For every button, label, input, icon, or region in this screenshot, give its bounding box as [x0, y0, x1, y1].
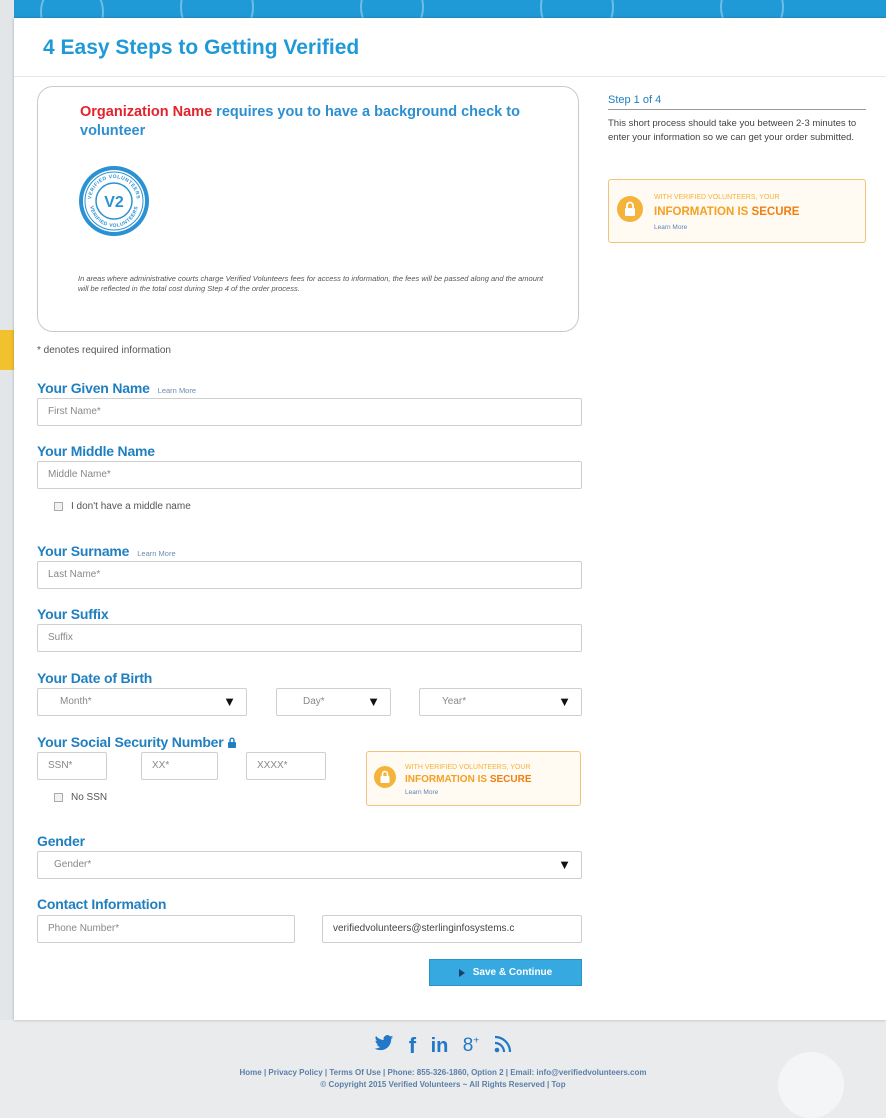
step-indicator: Step 1 of 4 — [608, 94, 662, 106]
google-plus-icon[interactable]: 8+ — [463, 1035, 479, 1057]
organization-requirement-box: Organization Name requires you to have a… — [37, 86, 579, 332]
copyright: © Copyright 2015 Verified Volunteers ~ A… — [320, 1080, 566, 1089]
twitter-icon[interactable] — [374, 1035, 394, 1057]
middle-name-label: Your Middle Name — [37, 443, 155, 459]
required-note: * denotes required information — [37, 345, 171, 356]
main-card: 4 Easy Steps to Getting Verified Organiz… — [14, 18, 886, 1020]
given-name-label-text: Your Given Name — [37, 380, 150, 396]
secure-lock-circle — [617, 196, 643, 222]
page-title: 4 Easy Steps to Getting Verified — [43, 36, 360, 59]
verified-volunteers-badge: VERIFIED VOLUNTEERS VERIFIED VOLUNTEERS … — [78, 165, 150, 237]
surname-label: Your Surname Learn More — [37, 543, 176, 559]
no-ssn-label: No SSN — [71, 792, 108, 803]
save-continue-label: Save & Continue — [472, 967, 553, 978]
contact-label: Contact Information — [37, 896, 167, 912]
lock-icon — [625, 201, 635, 216]
last-name-input[interactable]: Last Name* — [37, 561, 582, 589]
social-links: f in 8+ — [0, 1033, 886, 1059]
chevron-down-icon: ▼ — [367, 694, 380, 709]
left-accent — [0, 330, 14, 370]
chevron-down-icon: ▼ — [558, 857, 571, 872]
suffix-input[interactable]: Suffix — [37, 624, 582, 652]
secure-line2-b: SECURE — [489, 774, 532, 785]
organization-name: Organization Name — [80, 104, 213, 120]
chevron-down-icon: ▼ — [223, 694, 236, 709]
day-select-value: Day* — [303, 696, 325, 707]
suffix-label: Your Suffix — [37, 606, 109, 622]
facebook-icon[interactable]: f — [409, 1033, 416, 1059]
secure-line2-a: INFORMATION IS — [405, 774, 488, 785]
secure-learn-more-link[interactable]: Learn More — [405, 789, 438, 796]
ssn-part3-input[interactable]: XXXX* — [246, 752, 326, 780]
middle-name-input[interactable]: Middle Name* — [37, 461, 582, 489]
ssn-label-text: Your Social Security Number — [37, 734, 224, 750]
play-icon — [458, 968, 465, 977]
fee-disclaimer: In areas where administrative courts cha… — [78, 274, 544, 293]
year-select-value: Year* — [442, 696, 467, 707]
chevron-down-icon: ▼ — [558, 694, 571, 709]
lock-icon — [227, 735, 237, 751]
surname-learn-more-link[interactable]: Learn More — [137, 549, 175, 558]
checkbox-box[interactable] — [54, 502, 63, 511]
left-margin — [0, 0, 14, 1020]
first-name-input[interactable]: First Name* — [37, 398, 582, 426]
day-select[interactable]: Day* ▼ — [276, 688, 391, 716]
secure-line2-b: SECURE — [751, 206, 800, 218]
lock-icon — [380, 770, 390, 783]
no-middle-name-label: I don't have a middle name — [71, 501, 191, 512]
seal-mark: V2 — [104, 194, 124, 211]
given-name-label: Your Given Name Learn More — [37, 380, 196, 396]
ssn-part1-input[interactable]: SSN* — [37, 752, 107, 780]
secure-info-badge: WITH VERIFIED VOLUNTEERS, YOUR INFORMATI… — [366, 751, 581, 806]
gender-select[interactable]: Gender* ▼ — [37, 851, 582, 879]
ssn-part2-input[interactable]: XX* — [141, 752, 218, 780]
secure-line1: WITH VERIFIED VOLUNTEERS, YOUR — [405, 764, 531, 771]
year-select[interactable]: Year* ▼ — [419, 688, 582, 716]
secure-lock-circle — [374, 766, 396, 788]
footer-links[interactable]: Home | Privacy Policy | Terms Of Use | P… — [0, 1068, 886, 1077]
rss-icon[interactable] — [494, 1035, 512, 1058]
surname-label-text: Your Surname — [37, 543, 130, 559]
secure-line2: INFORMATION IS SECURE — [405, 774, 532, 785]
given-name-learn-more-link[interactable]: Learn More — [158, 386, 196, 395]
no-ssn-checkbox[interactable]: No SSN — [54, 792, 107, 803]
no-middle-name-checkbox[interactable]: I don't have a middle name — [54, 501, 191, 512]
step-description: This short process should take you betwe… — [608, 118, 857, 143]
gender-label: Gender — [37, 833, 85, 849]
step-divider — [608, 109, 866, 110]
linkedin-icon[interactable]: in — [431, 1035, 449, 1058]
email-input[interactable]: verifiedvolunteers@sterlinginfosystems.c — [322, 915, 582, 943]
title-divider — [14, 76, 886, 77]
secure-line1: WITH VERIFIED VOLUNTEERS, YOUR — [654, 194, 780, 201]
secure-line2-a: INFORMATION IS — [654, 206, 749, 218]
month-select-value: Month* — [60, 696, 92, 707]
secure-info-badge-sidebar: WITH VERIFIED VOLUNTEERS, YOUR INFORMATI… — [608, 179, 866, 243]
ssn-label: Your Social Security Number — [37, 734, 237, 751]
checkbox-box[interactable] — [54, 793, 63, 802]
verified-seal-icon: VERIFIED VOLUNTEERS VERIFIED VOLUNTEERS … — [79, 166, 149, 236]
gender-select-value: Gender* — [54, 859, 92, 870]
dob-label: Your Date of Birth — [37, 670, 153, 686]
secure-line2: INFORMATION IS SECURE — [654, 206, 799, 218]
secure-learn-more-link[interactable]: Learn More — [654, 224, 687, 231]
save-continue-button[interactable]: Save & Continue — [429, 959, 582, 986]
phone-input[interactable]: Phone Number* — [37, 915, 295, 943]
month-select[interactable]: Month* ▼ — [37, 688, 247, 716]
organization-message: Organization Name requires you to have a… — [80, 103, 550, 141]
